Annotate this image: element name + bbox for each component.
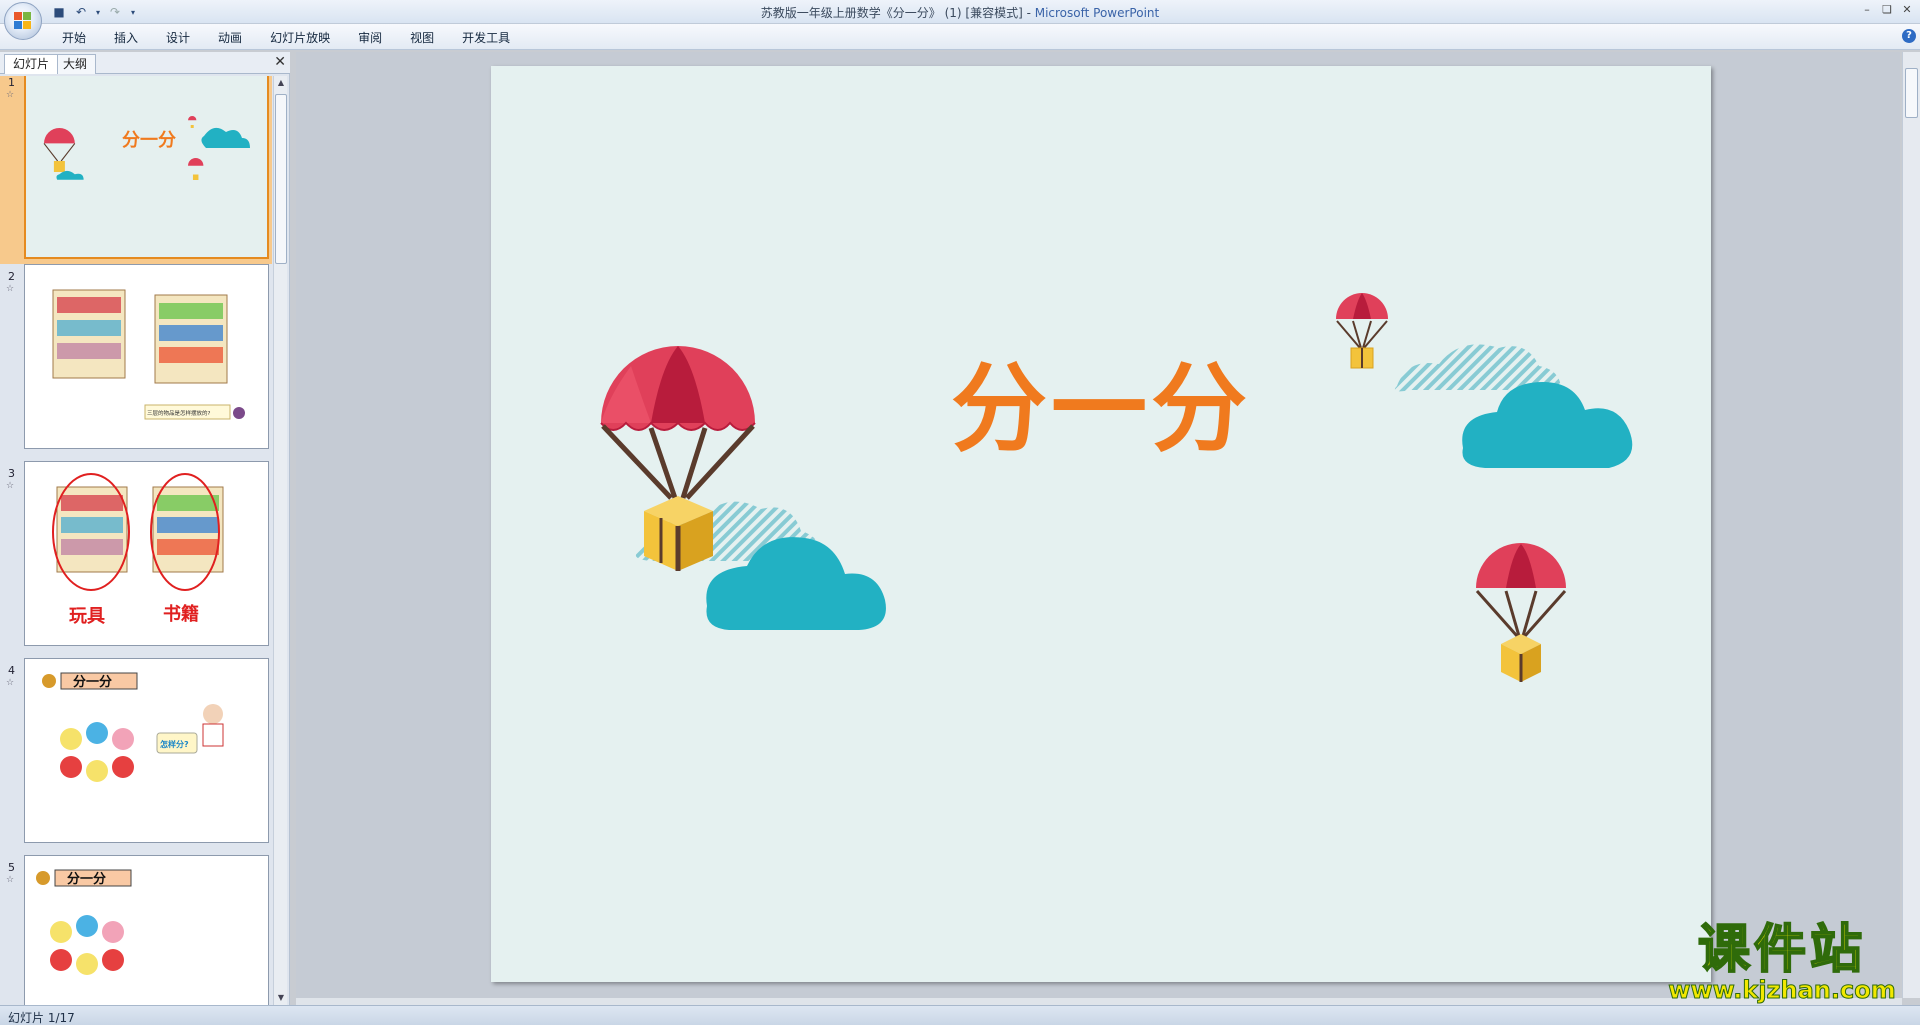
thumbnail-list: 1 ☆ 分一分 2 ☆ 三层的物品是怎样摆放的? 3 ☆ 玩具 书籍 4 ☆ 分…: [0, 76, 272, 1005]
slide-number: 5: [8, 861, 15, 874]
minimize-icon[interactable]: –: [1858, 2, 1876, 16]
slide-editor: 分一分: [296, 52, 1900, 998]
status-bar: 幻灯片 1/17: [0, 1005, 1920, 1025]
medium-parachute-right: [1475, 543, 1567, 682]
slide-number: 1: [8, 76, 15, 89]
animation-star-icon: ☆: [6, 875, 15, 885]
slide-thumbnail-1[interactable]: 1 ☆ 分一分: [0, 76, 272, 264]
scroll-up-icon[interactable]: ▲: [274, 76, 288, 90]
slide-1-title: 分一分: [122, 130, 176, 151]
tab-slideshow[interactable]: 幻灯片放映: [256, 29, 344, 47]
slide-scrollbar[interactable]: [1902, 52, 1920, 998]
tab-insert[interactable]: 插入: [100, 29, 152, 47]
slide-5-header: 分一分: [67, 871, 106, 887]
slide-title[interactable]: 分一分: [941, 331, 1261, 470]
slide-artwork: [600, 293, 1633, 682]
tab-outline[interactable]: 大纲: [54, 54, 97, 74]
slide-4-preview: 分一分 怎样分?: [42, 672, 224, 782]
window-controls: – ❏ ✕: [1858, 2, 1916, 16]
slide-2-caption: 三层的物品是怎样摆放的?: [147, 409, 211, 417]
animation-star-icon: ☆: [6, 481, 15, 491]
thumbnail-scrollbar[interactable]: ▲ ▼: [273, 76, 287, 1005]
slide-5-preview: 分一分: [36, 869, 132, 975]
tab-developer[interactable]: 开发工具: [448, 29, 524, 47]
slide-number: 3: [8, 467, 15, 480]
window-title: 苏教版一年级上册数学《分一分》 (1) [兼容模式] - Microsoft P…: [0, 4, 1920, 21]
tab-home[interactable]: 开始: [48, 29, 100, 47]
tab-slides[interactable]: 幻灯片: [4, 54, 59, 74]
current-slide[interactable]: 分一分: [491, 66, 1711, 982]
tab-design[interactable]: 设计: [152, 29, 204, 47]
slide-thumbnail-3[interactable]: 3 ☆ 玩具 书籍: [0, 461, 272, 651]
large-parachute-group: [600, 346, 886, 630]
slide-thumbnail-4[interactable]: 4 ☆ 分一分 怎样分?: [0, 658, 272, 848]
office-button[interactable]: [4, 2, 42, 40]
tab-view[interactable]: 视图: [396, 29, 448, 47]
document-title: 苏教版一年级上册数学《分一分》 (1) [兼容模式] -: [760, 6, 1035, 20]
slide-2-preview: 三层的物品是怎样摆放的?: [52, 289, 245, 420]
watermark-main: 课件站: [1697, 920, 1866, 980]
office-logo-icon: [14, 12, 32, 30]
slide-4-bubble: 怎样分?: [160, 739, 189, 749]
tab-review[interactable]: 审阅: [344, 29, 396, 47]
ribbon-tabs-bar: 开始 插入 设计 动画 幻灯片放映 审阅 视图 开发工具 ?: [0, 24, 1920, 50]
help-icon[interactable]: ?: [1902, 29, 1916, 43]
tab-animation[interactable]: 动画: [204, 29, 256, 47]
app-name: Microsoft PowerPoint: [1034, 6, 1160, 20]
scrollbar-thumb[interactable]: [275, 94, 287, 264]
animation-star-icon: ☆: [6, 284, 15, 294]
title-bar: ■ ↶ ▾ ↷ ▾ 苏教版一年级上册数学《分一分》 (1) [兼容模式] - M…: [0, 0, 1920, 40]
slide-scrollbar-thumb[interactable]: [1905, 68, 1918, 118]
small-parachute-top: [1336, 293, 1388, 369]
slide-3-preview: 玩具 书籍: [52, 473, 224, 627]
slide-thumbnail-5[interactable]: 5 ☆ 分一分: [0, 855, 272, 1005]
slide-number: 2: [8, 270, 15, 283]
restore-icon[interactable]: ❏: [1878, 2, 1896, 16]
cloud-right-group: [1394, 344, 1633, 468]
slide-3-label-left: 玩具: [69, 606, 105, 627]
animation-star-icon: ☆: [6, 90, 15, 100]
watermark: 课件站 www.kjzhan.com: [1666, 920, 1898, 1004]
scroll-down-icon[interactable]: ▼: [274, 991, 288, 1005]
slides-pane: 幻灯片 大纲 ✕ 1 ☆ 分一分 2 ☆ 三层的物品是怎样摆放的? 3 ☆ 玩具…: [0, 52, 290, 1005]
slide-3-label-right: 书籍: [163, 603, 199, 625]
close-icon[interactable]: ✕: [1898, 2, 1916, 16]
slide-indicator: 幻灯片 1/17: [8, 1011, 75, 1025]
horizontal-scrollbar[interactable]: [296, 998, 1902, 1005]
close-pane-icon[interactable]: ✕: [274, 54, 286, 70]
slide-1-preview: 分一分: [43, 116, 250, 180]
watermark-url: www.kjzhan.com: [1668, 976, 1896, 1004]
slide-thumbnail-2[interactable]: 2 ☆ 三层的物品是怎样摆放的?: [0, 264, 272, 454]
slide-4-header: 分一分: [73, 674, 112, 690]
animation-star-icon: ☆: [6, 678, 15, 688]
slide-number: 4: [8, 664, 15, 677]
pane-tabs: 幻灯片 大纲 ✕: [0, 52, 290, 74]
